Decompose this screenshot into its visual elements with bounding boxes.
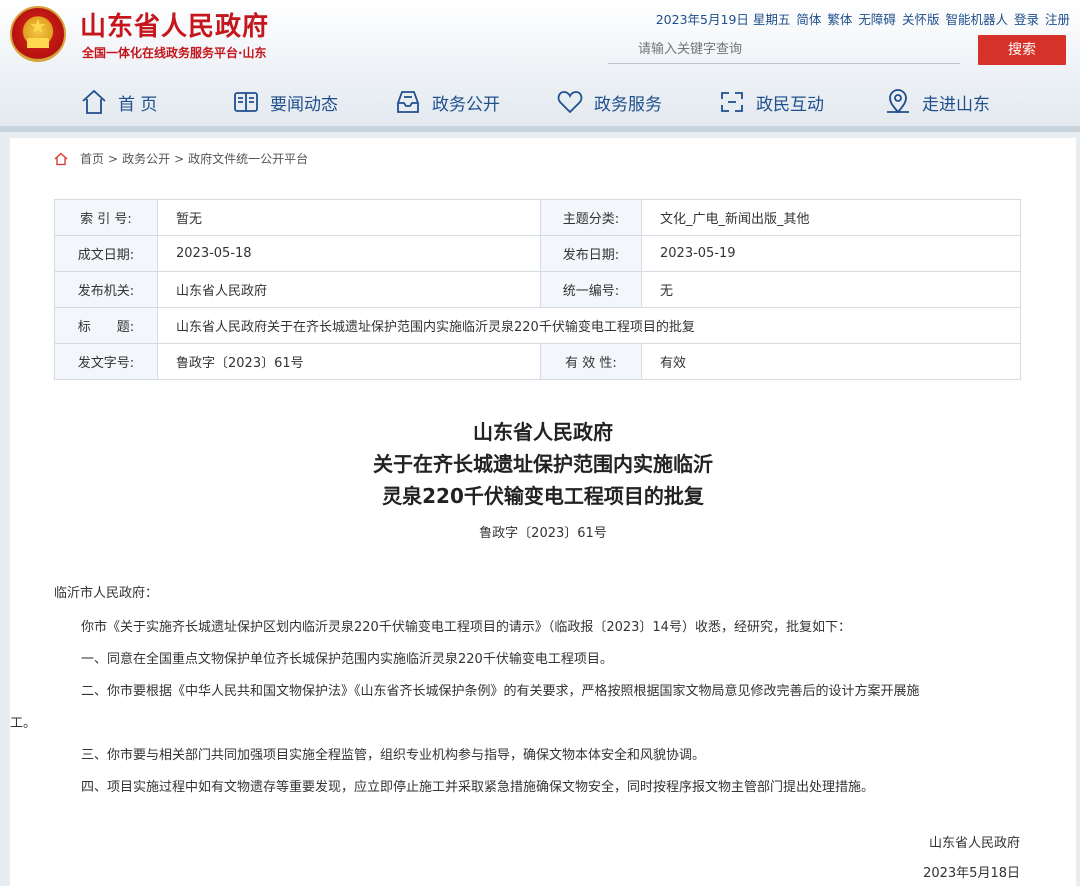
paragraph: 二、你市要根据《中华人民共和国文物保护法》《山东省齐长城保护条例》的有关要求，严… xyxy=(81,684,920,699)
main-nav: 首 页 要闻动态 政务公开 政务服务 政民互动 走进山东 xyxy=(0,78,1080,126)
breadcrumb: 首页 > 政务公开 > 政府文件统一公开平台 xyxy=(54,150,308,167)
org-label: 发布机关: xyxy=(54,271,158,308)
document-title: 山东省人民政府 关于在齐长城遗址保护范围内实施临沂 灵泉220千伏输变电工程项目… xyxy=(10,416,1076,512)
uid-label: 统一编号: xyxy=(540,271,642,308)
nav-gov-services[interactable]: 政务服务 xyxy=(556,78,662,126)
table-row: 标 题: 山东省人民政府关于在齐长城遗址保护范围内实施临沂灵泉220千伏输变电工… xyxy=(54,307,1021,344)
index-label: 索 引 号: xyxy=(54,199,158,236)
home-icon xyxy=(54,152,68,165)
site-subtitle: 全国一体化在线政务服务平台·山东 xyxy=(82,46,267,60)
nav-interaction[interactable]: 政民互动 xyxy=(718,78,824,126)
written-date-label: 成文日期: xyxy=(54,235,158,272)
nav-explore-shandong-label: 走进山东 xyxy=(922,94,990,115)
paragraph: 一、同意在全国重点文物保护单位齐长城保护范围内实施临沂灵泉220千伏输变电工程项… xyxy=(81,652,613,667)
signature-date: 2023年5月18日 xyxy=(923,866,1020,881)
published-date-value: 2023-05-19 xyxy=(641,235,1021,272)
signature-org: 山东省人民政府 xyxy=(928,836,1020,851)
nav-news[interactable]: 要闻动态 xyxy=(232,78,338,126)
breadcrumb-affairs-open[interactable]: 政务公开 xyxy=(122,150,170,167)
nav-home[interactable]: 首 页 xyxy=(80,78,157,126)
location-icon xyxy=(887,89,909,114)
table-row: 成文日期: 2023-05-18 发布日期: 2023-05-19 xyxy=(54,235,1021,272)
published-date-label: 发布日期: xyxy=(540,235,642,272)
table-row: 索 引 号: 暂无 主题分类: 文化_广电_新闻出版_其他 xyxy=(54,199,1021,236)
paragraph: 你市《关于实施齐长城遗址保护区划内临沂灵泉220千伏输变电工程项目的请示》（临政… xyxy=(81,620,851,635)
table-row: 发文字号: 鲁政字〔2023〕61号 有 效 性: 有效 xyxy=(54,343,1021,380)
nav-explore-shandong[interactable]: 走进山东 xyxy=(884,78,990,126)
news-icon xyxy=(234,92,258,112)
nav-gov-services-label: 政务服务 xyxy=(594,94,662,115)
nav-affairs-open-label: 政务公开 xyxy=(432,94,500,115)
interaction-icon xyxy=(721,92,743,112)
org-value: 山东省人民政府 xyxy=(157,271,541,308)
content-card: 首页 > 政务公开 > 政府文件统一公开平台 索 引 号: 暂无 主题分类: 文… xyxy=(10,138,1076,886)
link-login[interactable]: 登录 xyxy=(1014,9,1039,28)
search-input[interactable] xyxy=(608,36,960,64)
breadcrumb-separator: > xyxy=(174,151,185,166)
paragraph: 四、项目实施过程中如有文物遗存等重要发现，应立即停止施工并采取紧急措施确保文物安… xyxy=(81,780,875,795)
site-title[interactable]: 山东省人民政府 xyxy=(80,6,269,43)
topic-label: 主题分类: xyxy=(540,199,642,236)
search-button[interactable]: 搜索 xyxy=(978,35,1066,65)
topic-value: 文化_广电_新闻出版_其他 xyxy=(641,199,1021,236)
site-header: ★ 山东省人民政府 全国一体化在线政务服务平台·山东 2023年5月19日 星期… xyxy=(0,0,1080,132)
title-label: 标 题: xyxy=(54,307,158,344)
national-emblem-logo[interactable]: ★ xyxy=(10,6,66,62)
index-value: 暂无 xyxy=(157,199,541,236)
salutation: 临沂市人民政府： xyxy=(54,586,159,601)
link-robot[interactable]: 智能机器人 xyxy=(945,9,1008,28)
title-value: 山东省人民政府关于在齐长城遗址保护范围内实施临沂灵泉220千伏输变电工程项目的批… xyxy=(157,307,1021,344)
link-accessibility[interactable]: 无障碍 xyxy=(858,9,896,28)
link-register[interactable]: 注册 xyxy=(1045,9,1070,28)
docno-value: 鲁政字〔2023〕61号 xyxy=(157,343,541,380)
home-icon xyxy=(82,89,106,114)
validity-label: 有 效 性: xyxy=(540,343,642,380)
document-title-line: 山东省人民政府 xyxy=(473,420,613,444)
breadcrumb-home[interactable]: 首页 xyxy=(80,150,104,167)
document-number: 鲁政字〔2023〕61号 xyxy=(479,526,607,541)
current-date: 2023年5月19日 星期五 xyxy=(655,12,791,27)
paragraph-continuation: 工。 xyxy=(10,716,37,731)
link-traditional[interactable]: 繁体 xyxy=(827,9,852,28)
document-title-line: 灵泉220千伏输变电工程项目的批复 xyxy=(382,484,704,508)
nav-interaction-label: 政民互动 xyxy=(756,94,824,115)
breadcrumb-separator: > xyxy=(108,151,119,166)
written-date-value: 2023-05-18 xyxy=(157,235,541,272)
uid-value: 无 xyxy=(641,271,1021,308)
validity-value: 有效 xyxy=(641,343,1021,380)
docno-label: 发文字号: xyxy=(54,343,158,380)
table-row: 发布机关: 山东省人民政府 统一编号: 无 xyxy=(54,271,1021,308)
heart-icon xyxy=(557,91,583,114)
top-links: 2023年5月19日 星期五 简体 繁体 无障碍 关怀版 智能机器人 登录 注册 xyxy=(656,9,1070,28)
paragraph: 三、你市要与相关部门共同加强项目实施全程监管，组织专业机构参与指导，确保文物本体… xyxy=(81,748,706,763)
inbox-icon xyxy=(397,91,419,113)
document-title-line: 关于在齐长城遗址保护范围内实施临沂 xyxy=(373,452,713,476)
document-meta-table: 索 引 号: 暂无 主题分类: 文化_广电_新闻出版_其他 成文日期: 2023… xyxy=(54,199,1021,380)
breadcrumb-file-platform[interactable]: 政府文件统一公开平台 xyxy=(188,150,308,167)
nav-affairs-open[interactable]: 政务公开 xyxy=(394,78,500,126)
link-care-mode[interactable]: 关怀版 xyxy=(902,9,940,28)
nav-news-label: 要闻动态 xyxy=(270,94,338,115)
link-simplified[interactable]: 简体 xyxy=(796,9,821,28)
nav-home-label: 首 页 xyxy=(118,94,158,115)
